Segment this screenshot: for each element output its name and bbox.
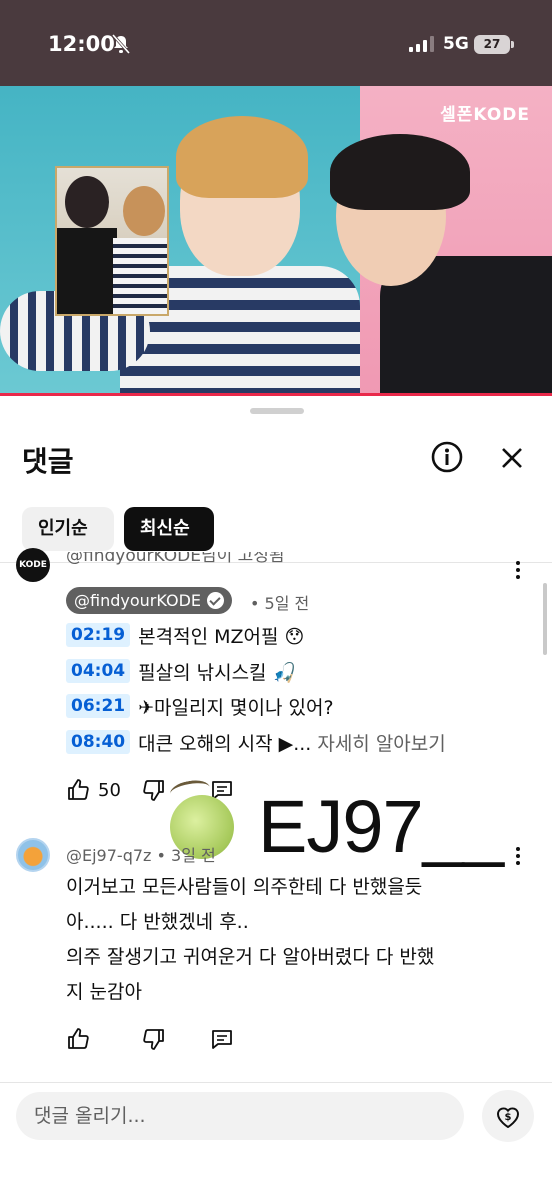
super-thanks-button[interactable]: $: [482, 1090, 534, 1142]
avatar[interactable]: KODE: [16, 548, 50, 582]
comment-line: 이거보고 모든사람들이 의주한테 다 반했을듯: [66, 876, 423, 898]
timestamp-link[interactable]: 02:19: [66, 623, 131, 647]
like-button[interactable]: 50: [66, 778, 121, 802]
timestamp-text: 필살의 낚시스킬 🎣: [138, 661, 297, 684]
more-vert-icon[interactable]: [515, 846, 521, 866]
channel-logo: 셀폰KODE: [440, 105, 530, 125]
video-inset-photo: [55, 166, 169, 316]
comment-line: 의주 잘생기고 귀여운거 다 알아버렸다 다 반했: [66, 946, 435, 968]
timestamp-line: 08:40 대큰 오해의 시작 ▶... 자세히 알아보기: [66, 727, 446, 757]
comment-time: 3일 전: [171, 846, 216, 865]
pinned-label: @findyourKODE님이 고정됨: [66, 552, 285, 566]
info-icon[interactable]: [430, 440, 464, 474]
scrollbar[interactable]: [543, 583, 547, 655]
like-button[interactable]: [66, 1027, 90, 1051]
like-count: 50: [98, 779, 121, 801]
timestamp-line: 04:04 필살의 낚시스킬 🎣: [66, 656, 296, 686]
comment-input[interactable]: 댓글 올리기...: [16, 1092, 464, 1140]
bell-off-icon: [112, 34, 130, 54]
avatar[interactable]: [16, 838, 50, 872]
super-thanks-icon: $: [496, 1107, 520, 1128]
timestamp-text: ✈마일리지 몇이나 있어?: [138, 696, 334, 719]
thumb-down-icon: [143, 780, 164, 801]
sort-chip-popular[interactable]: 인기순: [22, 507, 114, 551]
watermark-text: EJ97__: [258, 785, 504, 868]
comment-author[interactable]: @Ej97-q7z • 3일 전: [66, 842, 216, 866]
comment-line: 지 눈감아: [66, 981, 142, 1003]
battery-icon: 27: [474, 35, 514, 54]
video-player[interactable]: 셀폰KODE: [0, 86, 552, 396]
thumb-up-icon: [68, 1028, 89, 1049]
sort-chip-newest[interactable]: 최신순: [124, 507, 214, 551]
timestamp-line: 06:21 ✈마일리지 몇이나 있어?: [66, 691, 334, 721]
thumb-up-icon: [68, 779, 89, 800]
author-badge[interactable]: @findyourKODE: [66, 587, 232, 614]
svg-text:$: $: [505, 1112, 512, 1123]
comment-time: • 5일 전: [250, 594, 310, 613]
status-time: 12:00: [48, 32, 115, 56]
timestamp-link[interactable]: 06:21: [66, 694, 131, 718]
video-figure: [330, 134, 470, 210]
timestamp-link[interactable]: 04:04: [66, 659, 131, 683]
reply-icon: [212, 1030, 232, 1049]
divider: [0, 1082, 552, 1083]
drag-handle[interactable]: [250, 408, 304, 414]
dislike-button[interactable]: [142, 778, 166, 802]
video-figure: [176, 116, 308, 198]
timestamp-text: 본격적인 MZ어필 😯: [138, 625, 305, 648]
sheet-title: 댓글: [22, 445, 74, 478]
more-vert-icon[interactable]: [515, 560, 521, 580]
network-type: 5G: [443, 34, 469, 54]
status-bar: 12:00 5G 27: [0, 0, 552, 86]
close-icon[interactable]: [497, 443, 527, 473]
comment-body: 이거보고 모든사람들이 의주한테 다 반했을듯 아..... 다 반했겠네 후.…: [66, 870, 532, 1010]
signal-icon: [409, 36, 434, 52]
verified-icon: [207, 592, 224, 609]
timestamp-line: 02:19 본격적인 MZ어필 😯: [66, 620, 304, 650]
timestamp-link[interactable]: 08:40: [66, 730, 131, 754]
comment-line: 아..... 다 반했겠네 후..: [66, 911, 249, 933]
comment-author: @findyourKODE: [74, 591, 201, 610]
read-more-link[interactable]: 자세히 알아보기: [317, 729, 445, 756]
timestamp-text: 대큰 오해의 시작 ▶...: [138, 732, 312, 755]
dislike-button[interactable]: [142, 1027, 166, 1051]
thumb-down-icon: [143, 1029, 164, 1050]
reply-button[interactable]: [210, 1027, 234, 1051]
